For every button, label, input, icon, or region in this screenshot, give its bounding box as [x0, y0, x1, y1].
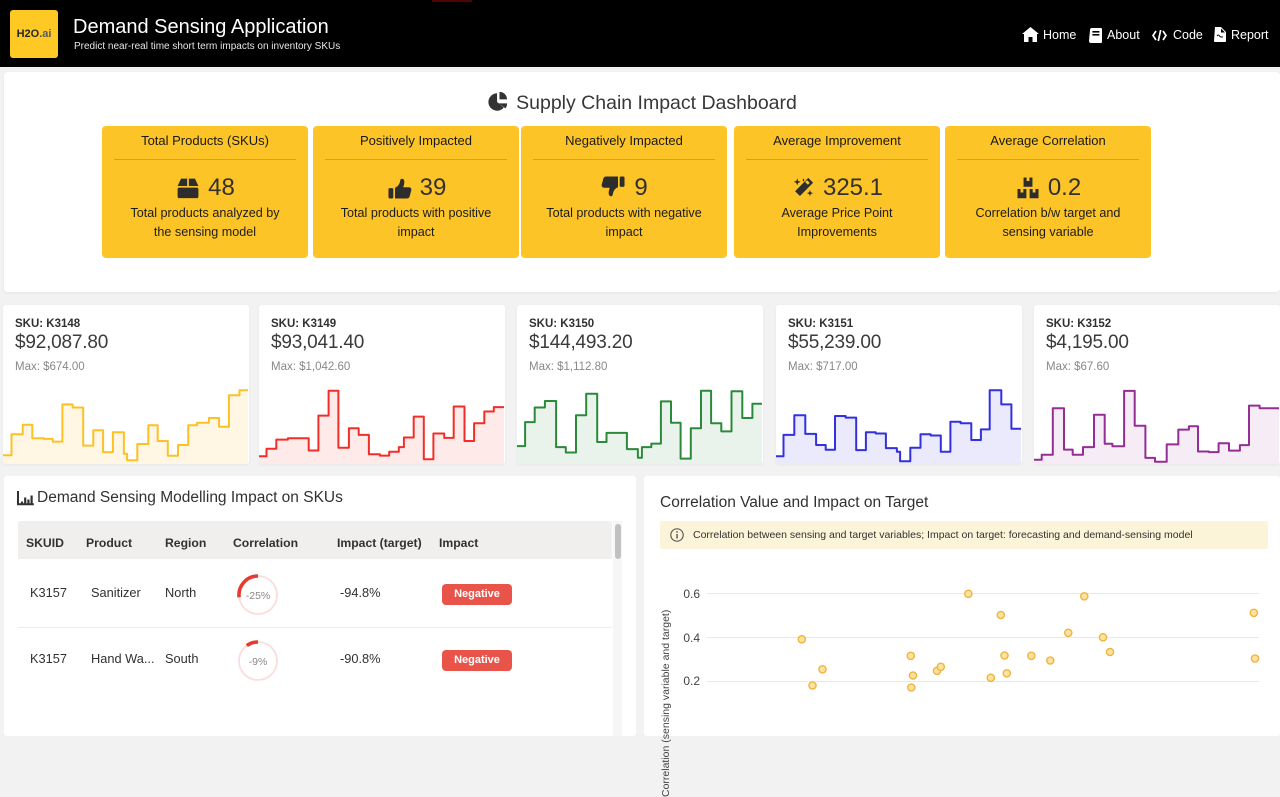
svg-text:-25%: -25% — [245, 590, 270, 602]
svg-text:-9%: -9% — [248, 656, 267, 668]
